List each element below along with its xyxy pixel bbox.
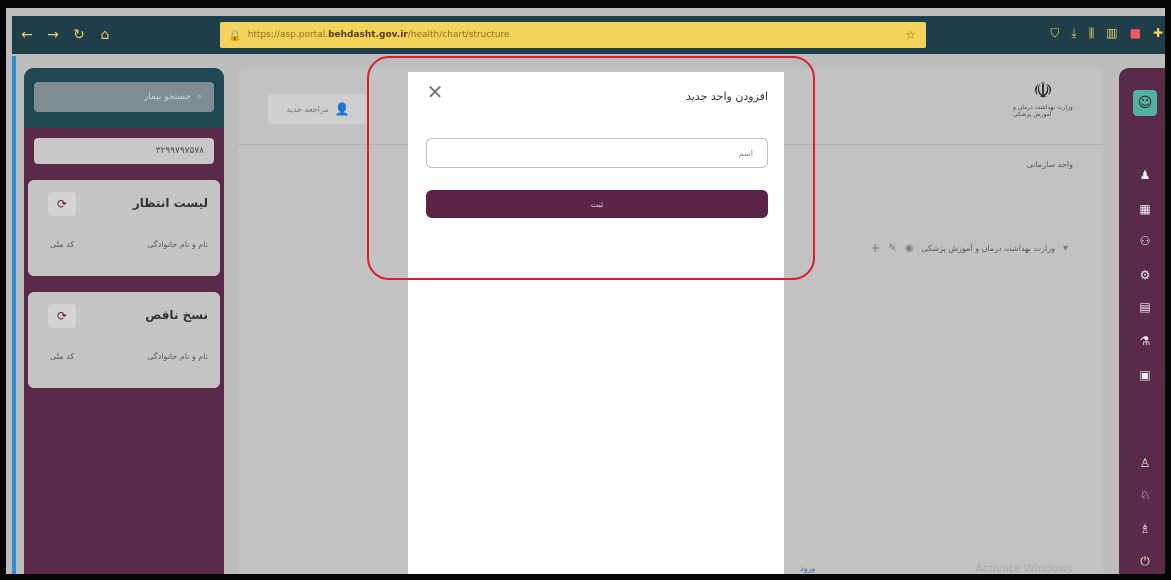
expand-icon[interactable]: ▾: [1063, 243, 1068, 254]
emblem-icon: ☫: [1033, 79, 1053, 104]
edit-icon[interactable]: ✎: [888, 243, 896, 254]
select-value: ۳۲۹۹۷۹۷۵۷۸: [155, 146, 204, 156]
browser-window: ← → ↻ ⌂ 🔒 https://asp.portal.behdasht.go…: [0, 0, 1171, 580]
shield-icon[interactable]: ⛉: [1050, 26, 1059, 41]
power-icon[interactable]: ⏻: [1119, 552, 1165, 570]
column-id: کد ملی: [50, 240, 75, 249]
forward-icon[interactable]: →: [42, 24, 64, 46]
home-icon[interactable]: ⌂: [94, 24, 116, 46]
tree-item-label: وزارت بهداشت درمان و آموزش پزشکی: [921, 243, 1055, 253]
refresh-icon[interactable]: ⟳: [48, 304, 76, 328]
file-icon[interactable]: ▣: [1119, 366, 1165, 384]
column-name: نام و نام خانوادگی: [147, 352, 208, 361]
card-title: نسخ ناقص: [145, 308, 208, 322]
users-icon[interactable]: ♗: [1119, 520, 1165, 538]
user-icon[interactable]: ♟: [1119, 166, 1165, 184]
extension-red-icon[interactable]: ■: [1130, 26, 1141, 41]
user-edit-icon[interactable]: ♙: [1119, 454, 1165, 472]
bookmark-star-icon[interactable]: ☆: [905, 28, 916, 42]
download-icon[interactable]: ⤓: [1071, 26, 1076, 41]
incomplete-prescriptions-card: نسخ ناقص ⟳ نام و نام خانوادگی کد ملی: [28, 292, 220, 388]
document-icon[interactable]: ▤: [1119, 298, 1165, 316]
search-placeholder: جستجو بیمار: [143, 92, 191, 102]
building-icon[interactable]: ▦: [1119, 200, 1165, 218]
right-sidebar: ☺ ♟ ▦ ⚇ ⚙ ▤ ⚗ ▣ ♙ ♘ ♗ ⏻: [1119, 68, 1165, 574]
column-name: نام و نام خانوادگی: [147, 240, 208, 249]
back-icon[interactable]: ←: [16, 24, 38, 46]
refresh-icon[interactable]: ⟳: [48, 192, 76, 216]
settings-icon[interactable]: ⚙: [1119, 266, 1165, 284]
browser-toolbar: ← → ↻ ⌂ 🔒 https://asp.portal.behdasht.go…: [12, 16, 1165, 54]
unit-select[interactable]: ۳۲۹۹۷۹۷۵۷۸: [34, 138, 214, 164]
group-icon[interactable]: ⚇: [1119, 232, 1165, 250]
url-text: https://asp.portal.behdasht.gov.ir/healt…: [247, 30, 510, 40]
org-tree-item[interactable]: + ✎ ◉ وزارت بهداشت درمان و آموزش پزشکی ▾: [838, 240, 1068, 256]
logo-text: وزارت بهداشت درمان و آموزش پزشکی: [1013, 104, 1073, 118]
ministry-logo: ☫ وزارت بهداشت درمان و آموزش پزشکی: [1013, 80, 1073, 130]
add-icon[interactable]: +: [870, 241, 880, 255]
patient-panel: جستجو بیمار ⌕ ۳۲۹۹۷۹۷۵۷۸ لیست انتظار ⟳ ن…: [24, 68, 224, 574]
patient-search-input[interactable]: جستجو بیمار ⌕: [34, 82, 214, 112]
activate-windows-watermark: Activate Windows: [975, 562, 1073, 575]
highlight-annotation: [367, 56, 815, 280]
column-id: کد ملی: [50, 352, 75, 361]
user-add-icon[interactable]: ♘: [1119, 486, 1165, 504]
flask-icon[interactable]: ⚗: [1119, 332, 1165, 350]
card-title: لیست انتظار: [132, 196, 208, 210]
sidebar-icon[interactable]: ▥: [1106, 26, 1117, 41]
extensions-puzzle-icon[interactable]: ✚: [1153, 26, 1163, 41]
org-unit-label: واحد سازمانی: [1026, 160, 1073, 169]
bottom-link[interactable]: ورود: [800, 564, 815, 573]
address-bar[interactable]: 🔒 https://asp.portal.behdasht.gov.ir/hea…: [220, 22, 926, 48]
person-icon: 👤: [334, 102, 350, 116]
lock-icon: 🔒: [228, 28, 242, 42]
waiting-list-card: لیست انتظار ⟳ نام و نام خانوادگی کد ملی: [28, 180, 220, 276]
reload-icon[interactable]: ↻: [68, 24, 90, 46]
new-visit-tab[interactable]: مراجعه جدید 👤: [268, 94, 368, 124]
avatar[interactable]: ☺: [1133, 90, 1157, 116]
extension-icons: ⛉ ⤓ ⫼ ▥ ■ ✚: [1050, 26, 1163, 41]
view-icon[interactable]: ◉: [905, 243, 914, 254]
tab-label: مراجعه جدید: [286, 104, 329, 114]
library-icon[interactable]: ⫼: [1089, 26, 1095, 41]
search-icon: ⌕: [196, 92, 202, 102]
